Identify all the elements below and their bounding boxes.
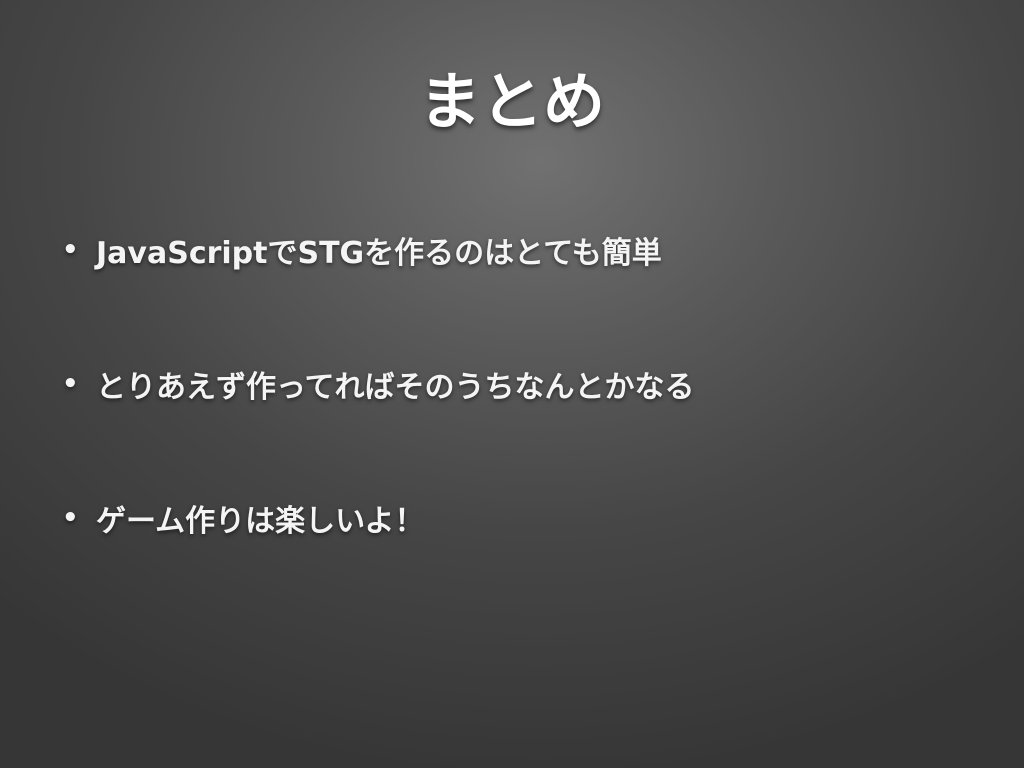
bullet-icon: • [62, 235, 79, 265]
bullet-icon: • [62, 503, 79, 533]
bullet-list: • JavaScriptでSTGを作るのはとても簡単 • とりあえず作ってればそ… [62, 222, 982, 624]
bullet-text: ゲーム作りは楽しいよ！ [96, 504, 425, 539]
bullet-icon: • [62, 369, 79, 399]
bullet-text: JavaScriptでSTGを作るのはとても簡単 [96, 236, 662, 271]
slide-title: まとめ [418, 65, 605, 138]
bullet-text: とりあえず作ってればそのうちなんとかなる [96, 370, 695, 405]
list-item: • とりあえず作ってればそのうちなんとかなる [62, 356, 982, 412]
list-item: • ゲーム作りは楽しいよ！ [62, 490, 982, 546]
list-item: • JavaScriptでSTGを作るのはとても簡単 [62, 222, 982, 278]
slide: まとめ • JavaScriptでSTGを作るのはとても簡単 • とりあえず作っ… [0, 0, 1024, 768]
